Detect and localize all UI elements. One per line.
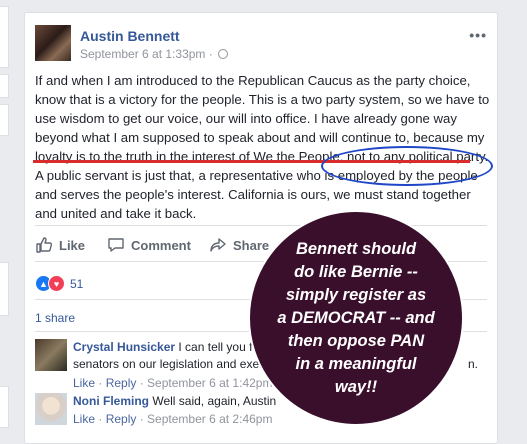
overlay-line: way!! [334, 377, 378, 396]
overlay-line: do like Bernie -- [294, 262, 418, 281]
left-column [0, 0, 20, 430]
commenter-name[interactable]: Noni Fleming [73, 394, 149, 408]
more-options-icon[interactable]: ••• [469, 27, 487, 43]
share-button[interactable]: Share [209, 236, 269, 254]
comment-reply-link[interactable]: Reply [106, 412, 137, 426]
comment-meta: Like · Reply · September 6 at 1:42pm [73, 376, 273, 390]
overlay-line: simply register as [285, 285, 427, 304]
post-text-line: and united and take it back. [35, 206, 197, 221]
overlay-line: then oppose PAN [287, 331, 425, 350]
author-name[interactable]: Austin Bennett [80, 28, 180, 44]
post-text-line: and serves the people's interest. Califo… [35, 187, 471, 202]
left-panel-box [0, 6, 9, 68]
share-icon [210, 238, 226, 252]
overlay-text: Bennett should do like Bernie -- simply … [277, 238, 434, 399]
comment-label: Comment [131, 237, 191, 253]
post-text-line: know that is a victory for the people. T… [35, 92, 490, 107]
commenter-avatar[interactable] [35, 339, 67, 371]
globe-icon [218, 49, 229, 59]
comment-body-tail: n. [468, 357, 479, 371]
commenter-avatar[interactable] [35, 393, 67, 425]
reactions-summary[interactable]: ▲ ♥ 51 [35, 275, 83, 292]
share-count[interactable]: 1 share [35, 311, 75, 325]
divider [35, 225, 487, 226]
share-label: Share [233, 237, 270, 253]
author-avatar[interactable] [35, 25, 71, 61]
left-panel-box [0, 104, 9, 136]
comment-body-line2: senators on our legislation and exempt [73, 357, 280, 371]
like-button[interactable]: Like [35, 236, 85, 254]
comment-time[interactable]: September 6 at 1:42pm [147, 376, 272, 390]
overlay-line: in a meaningful [295, 354, 417, 373]
overlay-line: Bennett should [295, 239, 417, 258]
reaction-count: 51 [70, 276, 84, 291]
love-reaction-icon: ♥ [48, 275, 65, 292]
post-text-line: beyond what I am supposed to speak about… [35, 130, 485, 145]
comment-body: Well said, again, Austin [152, 394, 277, 408]
comment-reply-link[interactable]: Reply [106, 376, 137, 390]
post-text-line: If and when I am introduced to the Repub… [35, 73, 471, 88]
like-label: Like [59, 237, 86, 253]
commenter-name[interactable]: Crystal Hunsicker [73, 340, 175, 354]
left-panel-box [0, 74, 9, 98]
commentary-overlay-circle: Bennett should do like Bernie -- simply … [248, 210, 464, 426]
left-panel-box [0, 262, 9, 316]
comment-like-link[interactable]: Like [73, 376, 95, 390]
left-panel-box [0, 386, 9, 428]
thumbs-up-icon [36, 237, 53, 253]
blue-circle-annotation [321, 146, 493, 186]
comment-time[interactable]: September 6 at 2:46pm [147, 412, 272, 426]
comment-icon [108, 238, 124, 252]
post-meta: September 6 at 1:33pm · [80, 47, 229, 61]
comment-meta: Like · Reply · September 6 at 2:46pm [73, 412, 273, 426]
post-text-line: use wisdom to get our voice, our will in… [35, 111, 457, 126]
comment-button[interactable]: Comment [107, 236, 191, 254]
comment-like-link[interactable]: Like [73, 412, 95, 426]
overlay-line: a DEMOCRAT -- and [277, 308, 435, 327]
post-timestamp[interactable]: September 6 at 1:33pm · [80, 47, 213, 61]
